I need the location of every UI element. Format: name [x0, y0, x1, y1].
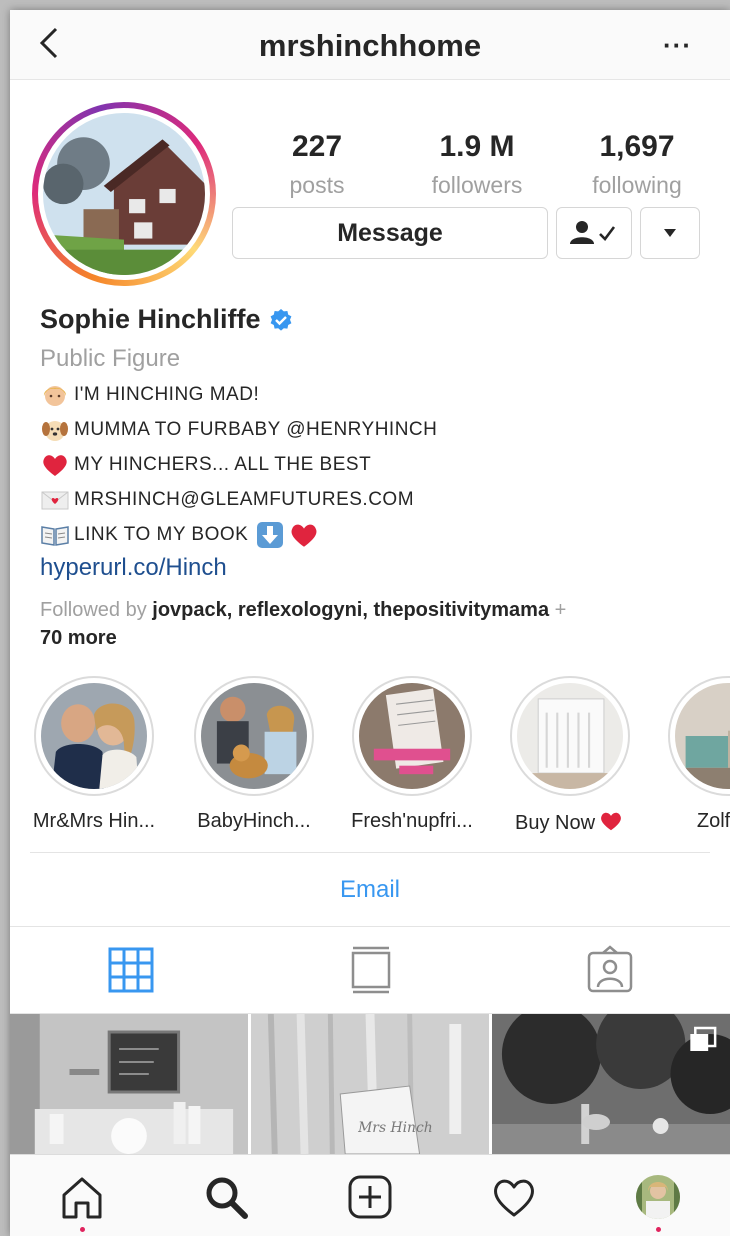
- dog-face-emoji-icon: [42, 421, 68, 441]
- highlight-mr-mrs[interactable]: Mr&Mrs Hin...: [24, 676, 164, 833]
- tagged-icon[interactable]: [585, 945, 635, 995]
- profile-avatar-photo: [43, 113, 205, 275]
- bio-line-text: MY HINCHERS... ALL THE BEST: [74, 454, 372, 475]
- bio-line: MRSHINCH@GLEAMFUTURES.COM: [40, 487, 710, 513]
- profile-category: Public Figure: [40, 345, 181, 372]
- highlight-label: Buy Now: [500, 810, 640, 835]
- post-image: Mrs Hinch: [251, 1014, 489, 1154]
- open-book-emoji-icon: [41, 526, 69, 546]
- highlight-babyhinch[interactable]: BabyHinch...: [184, 676, 324, 833]
- highlight-cover: [517, 683, 623, 789]
- divider: [30, 852, 710, 853]
- person-check-icon: [570, 221, 616, 244]
- story-highlights: Mr&Mrs Hin... BabyHinch... Fresh'nupfri.…: [24, 676, 730, 846]
- bottom-navigation: [10, 1154, 730, 1236]
- profile-username: mrshinchhome: [258, 28, 482, 63]
- more-options-icon[interactable]: ···: [663, 30, 692, 61]
- followed-by-names: jovpack, reflexologyni, thepositivitymam…: [152, 599, 550, 621]
- bio-line-text: LINK TO MY BOOK: [74, 524, 249, 545]
- svg-text:Mrs Hinch: Mrs Hinch: [357, 1120, 433, 1136]
- highlight-cover: [201, 683, 307, 789]
- posts-count: 227: [291, 130, 343, 163]
- stat-following[interactable]: 1,697 following: [562, 130, 712, 199]
- highlight-label: BabyHinch...: [197, 810, 311, 832]
- followed-by-suffix: +: [549, 599, 567, 621]
- profile-bio: Sophie Hinchliffe Public Figure I'M HINC…: [40, 304, 710, 652]
- caret-down-icon: [664, 229, 676, 237]
- followed-by-prefix: Followed by: [40, 599, 153, 621]
- verified-badge-icon: [270, 308, 291, 331]
- followers-label: followers: [431, 172, 523, 198]
- post-image: [10, 1014, 248, 1154]
- bio-line: LINK TO MY BOOK: [40, 522, 710, 548]
- highlight-buy-now[interactable]: Buy Now: [500, 676, 640, 835]
- home-icon[interactable]: [58, 1173, 106, 1221]
- top-bar: mrshinchhome ···: [10, 10, 730, 80]
- stat-followers[interactable]: 1.9 M followers: [402, 130, 552, 199]
- bio-line: MUMMA TO FURBABY @HENRYHINCH: [40, 417, 710, 443]
- post-grid: Mrs Hinch: [10, 1014, 730, 1154]
- bio-line: MY HINCHERS... ALL THE BEST: [40, 452, 710, 478]
- highlight-cover: [41, 683, 147, 789]
- post-thumbnail[interactable]: [492, 1014, 730, 1154]
- stat-posts[interactable]: 227 posts: [242, 130, 392, 199]
- profile-notification-dot: [656, 1227, 661, 1232]
- phone-screen: mrshinchhome ··· 227 posts 1.9 M followe…: [10, 10, 730, 1236]
- heart-icon[interactable]: [490, 1173, 538, 1221]
- feed-icon[interactable]: [346, 945, 396, 995]
- highlight-cover: [359, 683, 465, 789]
- posts-label: posts: [289, 172, 345, 198]
- love-letter-emoji-icon: [41, 491, 69, 510]
- highlight-label-text: Buy Now: [514, 812, 596, 834]
- highlight-freshnupfriday[interactable]: Fresh'nupfri...: [342, 676, 482, 833]
- profile-avatar-ring[interactable]: [32, 102, 216, 286]
- red-heart-emoji-icon: [601, 812, 621, 831]
- bio-line-text: I'M HINCHING MAD!: [74, 384, 260, 405]
- followers-count: 1.9 M: [439, 130, 515, 163]
- down-arrow-emoji-icon: [257, 522, 284, 548]
- profile-website-link[interactable]: hyperurl.co/Hinch: [40, 554, 710, 582]
- highlight-label: Mr&Mrs Hin...: [32, 810, 156, 832]
- highlight-cover: [675, 683, 730, 789]
- following-count: 1,697: [599, 130, 675, 163]
- profile-avatar-icon[interactable]: [634, 1173, 682, 1221]
- profile-stats: 227 posts 1.9 M followers 1,697 followin…: [242, 130, 712, 199]
- followed-by-text[interactable]: Followed by jovpack, reflexologyni, thep…: [40, 596, 710, 652]
- red-heart-emoji-icon: [43, 455, 67, 476]
- highlight-zolfora[interactable]: Zolfora: [658, 676, 730, 833]
- bio-line-text: MRSHINCH@GLEAMFUTURES.COM: [74, 489, 415, 510]
- message-button[interactable]: Message: [232, 207, 548, 259]
- highlight-label: Fresh'nupfri...: [351, 810, 473, 832]
- woman-face-emoji-icon: [43, 386, 67, 406]
- post-thumbnail[interactable]: [10, 1014, 248, 1154]
- post-thumbnail[interactable]: Mrs Hinch: [251, 1014, 489, 1154]
- following-button[interactable]: [556, 207, 632, 259]
- profile-tabs: [10, 926, 730, 1014]
- search-icon[interactable]: [202, 1173, 250, 1221]
- bio-line-text: MUMMA TO FURBABY @HENRYHINCH: [74, 419, 438, 440]
- red-heart-emoji-icon: [291, 524, 317, 547]
- bio-line: I'M HINCHING MAD!: [40, 382, 710, 408]
- grid-icon[interactable]: [106, 945, 156, 995]
- following-label: following: [592, 172, 682, 198]
- add-icon[interactable]: [346, 1173, 394, 1221]
- profile-full-name: Sophie Hinchliffe: [40, 304, 261, 334]
- email-button[interactable]: Email: [10, 876, 730, 904]
- home-notification-dot: [80, 1227, 85, 1232]
- suggested-dropdown-button[interactable]: [640, 207, 700, 259]
- post-image: [492, 1014, 730, 1154]
- followed-by-more: 70 more: [40, 627, 117, 649]
- highlight-label: Zolfora: [696, 810, 730, 832]
